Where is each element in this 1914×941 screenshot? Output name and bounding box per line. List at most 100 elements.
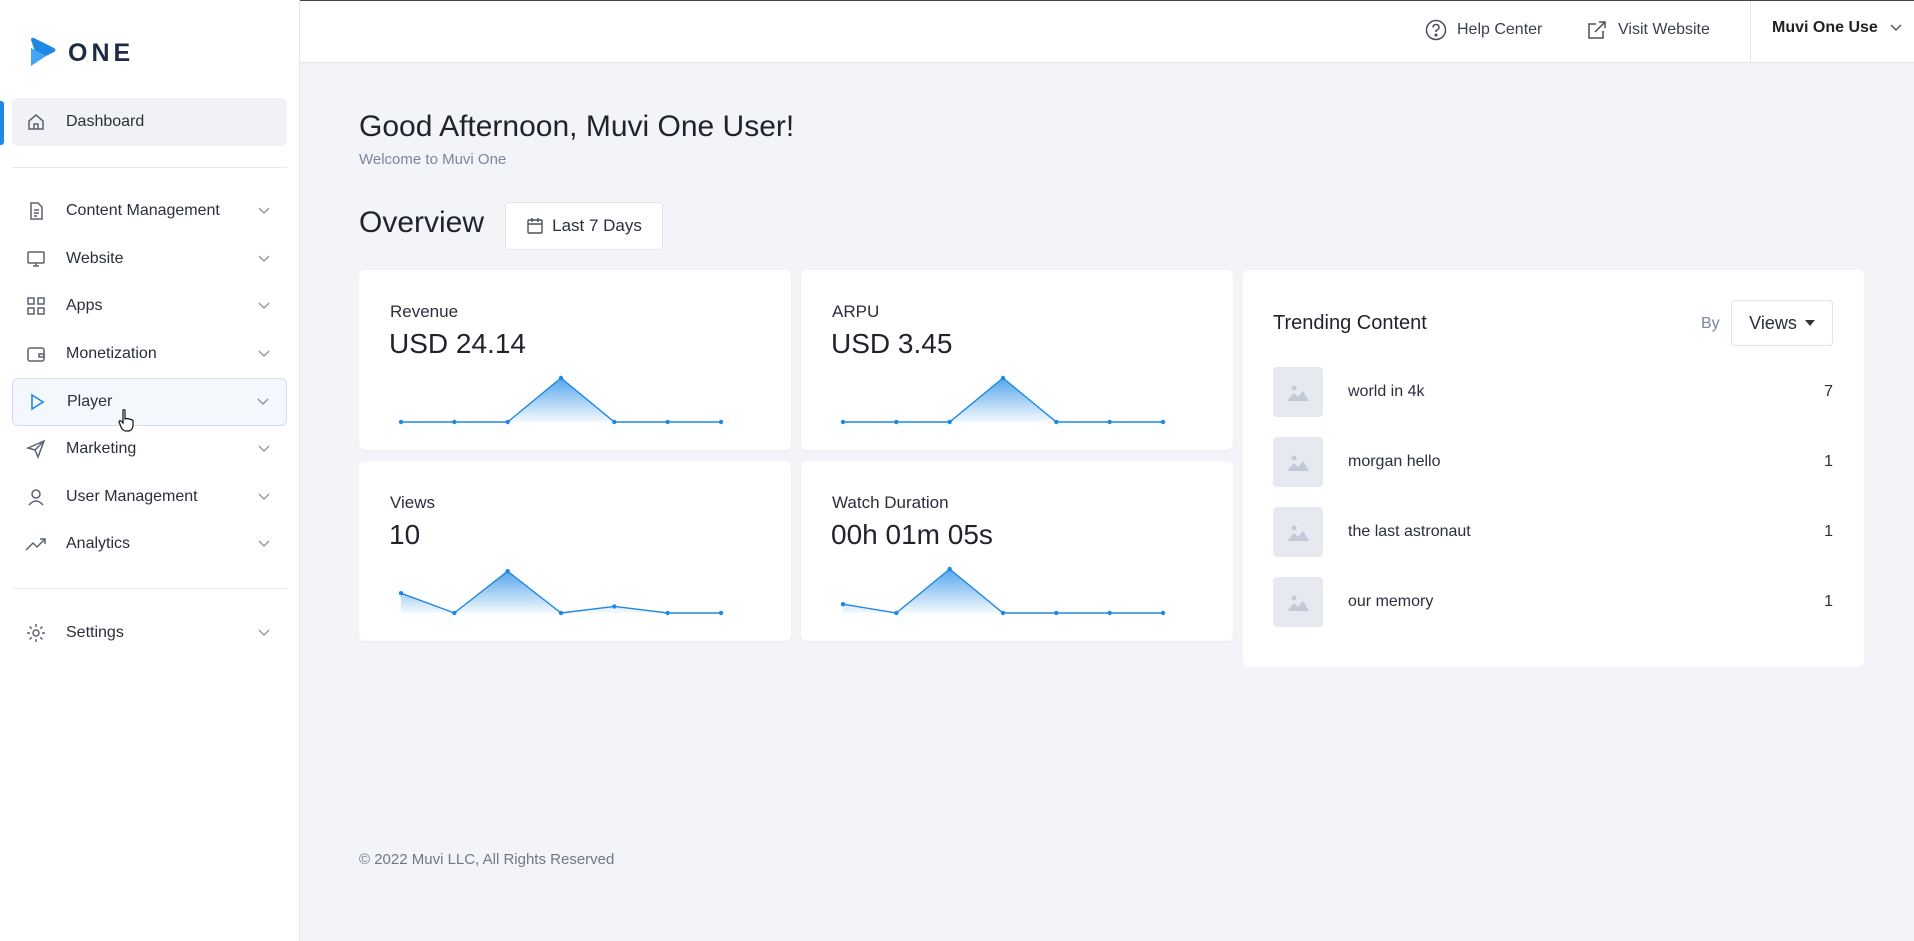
revenue-card: Revenue USD 24.14 [359, 270, 791, 450]
card-title: Watch Duration [832, 493, 949, 512]
card-title: ARPU [832, 302, 880, 321]
sparkline-point [452, 610, 457, 616]
page-title: Good Afternoon, Muvi One User! [359, 110, 795, 143]
active-indicator [0, 101, 4, 145]
topbar-divider [1750, 1, 1751, 63]
date-range-button[interactable]: Last 7 Days [505, 202, 663, 250]
trending-item[interactable]: our memory 1 [1273, 577, 1833, 627]
play-icon [25, 390, 49, 414]
send-icon [24, 437, 48, 461]
watch-duration-sparkline [840, 566, 1166, 616]
sidebar-item-label: Monetization [66, 345, 157, 362]
sparkline-point [1000, 375, 1006, 381]
user-menu[interactable]: Muvi One Use [1772, 19, 1902, 37]
chevron-down-icon [257, 204, 271, 218]
sidebar-item-label: User Management [66, 488, 198, 505]
card-value: 00h 01m 05s [831, 519, 993, 550]
sidebar-item-label: Apps [66, 297, 103, 314]
revenue-sparkline [398, 375, 724, 425]
chevron-down-icon [257, 347, 271, 361]
sidebar-item-marketing[interactable]: Marketing [12, 425, 287, 473]
sidebar-item-label: Dashboard [66, 113, 145, 130]
sparkline-point [1107, 419, 1112, 425]
trending-item-count: 1 [1824, 453, 1833, 470]
sparkline-area [401, 571, 721, 613]
trending-item-name: morgan hello [1348, 453, 1441, 470]
card-value: USD 3.45 [831, 328, 953, 359]
image-placeholder-icon [1273, 577, 1323, 627]
arpu-sparkline [840, 375, 1166, 425]
logo[interactable]: ONE [28, 36, 134, 70]
sidebar-item-label: Settings [66, 624, 124, 641]
views-card: Views 10 [359, 461, 791, 641]
trending-item-name: the last astronaut [1348, 523, 1471, 540]
sparkline-point [894, 419, 899, 425]
trending-item[interactable]: morgan hello 1 [1273, 437, 1833, 487]
sidebar-item-analytics[interactable]: Analytics [12, 520, 287, 568]
chevron-down-icon [257, 537, 271, 551]
sparkline-point [612, 419, 617, 425]
document-icon [24, 199, 48, 223]
card-title: Views [390, 493, 436, 512]
sidebar: ONE Dashboard Content Management Website… [0, 0, 300, 941]
chevron-down-icon [256, 395, 270, 409]
trending-item-count: 1 [1824, 593, 1833, 610]
watch-duration-card: Watch Duration 00h 01m 05s [801, 461, 1233, 641]
sidebar-divider [12, 588, 287, 589]
overview-heading: Overview [359, 206, 485, 239]
calendar-icon [527, 218, 543, 234]
chevron-down-icon [257, 442, 271, 456]
sparkline-point [558, 375, 564, 381]
sidebar-item-dashboard[interactable]: Dashboard [12, 98, 287, 146]
user-name: Muvi One Use [1772, 19, 1878, 36]
sparkline-point [1107, 610, 1112, 616]
sparkline-area [843, 569, 1163, 613]
sparkline-point [894, 610, 899, 616]
topbar: Help Center Visit Website Muvi One Use [300, 0, 1914, 63]
sparkline-point [840, 419, 846, 425]
sparkline-point [665, 419, 670, 425]
sparkline-point [947, 419, 952, 425]
image-placeholder-icon [1273, 437, 1323, 487]
sparkline-point [840, 602, 846, 607]
sparkline-point [947, 566, 952, 572]
sidebar-item-monetization[interactable]: Monetization [12, 330, 287, 378]
home-icon [24, 110, 48, 134]
chevron-down-icon [257, 626, 271, 640]
views-sparkline [398, 569, 724, 616]
sidebar-item-label: Analytics [66, 535, 131, 552]
sidebar-item-settings[interactable]: Settings [12, 609, 287, 657]
card-value: 10 [389, 519, 421, 550]
sparkline-line [842, 568, 1163, 614]
sparkline-point [718, 419, 724, 425]
sidebar-item-website[interactable]: Website [12, 235, 287, 283]
sort-by-value: Views [1749, 312, 1797, 333]
help-center-link[interactable]: Help Center [1425, 19, 1542, 41]
sidebar-item-user-management[interactable]: User Management [12, 473, 287, 521]
date-range-label: Last 7 Days [552, 216, 642, 235]
trending-title: Trending Content [1273, 312, 1427, 334]
chevron-down-icon [257, 252, 271, 266]
sparkline-point [612, 604, 617, 609]
sparkline-point [1000, 610, 1006, 616]
sparkline-point [1054, 610, 1059, 616]
sidebar-item-apps[interactable]: Apps [12, 282, 287, 330]
grid-icon [24, 294, 48, 318]
help-center-label: Help Center [1457, 21, 1543, 38]
sort-by-select[interactable]: Views [1731, 300, 1833, 346]
visit-website-link[interactable]: Visit Website [1586, 19, 1710, 41]
trending-item[interactable]: world in 4k 7 [1273, 367, 1833, 417]
by-label: By [1701, 315, 1720, 332]
sidebar-item-content-management[interactable]: Content Management [12, 187, 287, 235]
image-placeholder-icon [1273, 367, 1323, 417]
sparkline-area [401, 378, 721, 422]
sparkline-point [398, 419, 404, 425]
trending-item[interactable]: the last astronaut 1 [1273, 507, 1833, 557]
sidebar-item-label: Marketing [66, 440, 137, 457]
sparkline-line [400, 570, 721, 614]
sidebar-item-player[interactable]: Player [12, 378, 287, 426]
sparkline-area [843, 378, 1163, 422]
wallet-icon [24, 342, 48, 366]
muvi-logo-icon [31, 37, 56, 66]
chevron-down-icon [1890, 24, 1902, 31]
